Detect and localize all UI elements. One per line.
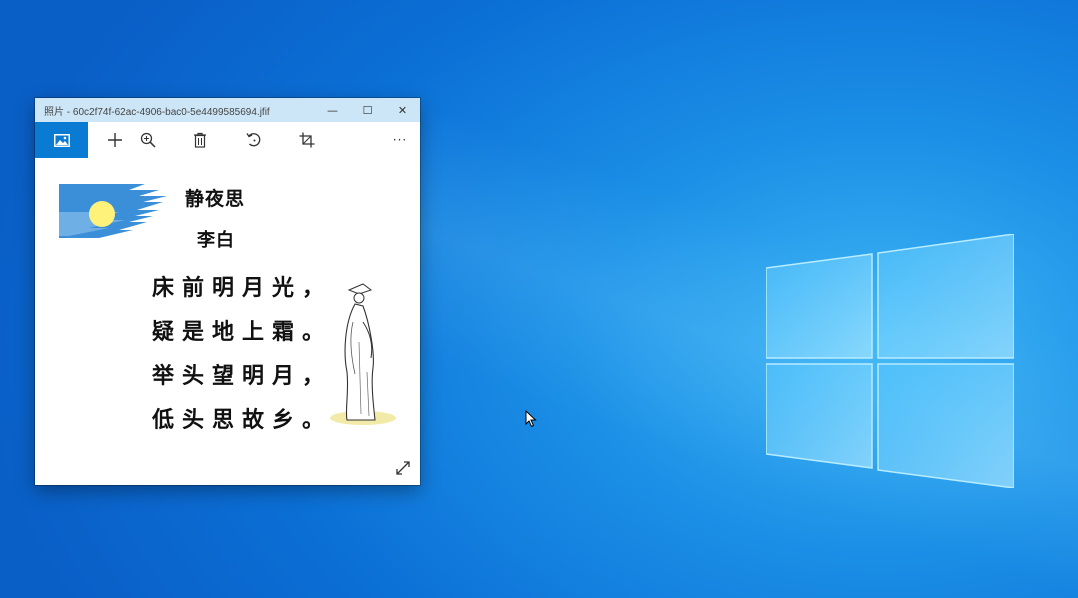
picture-icon — [53, 133, 70, 147]
add-icon — [108, 133, 122, 147]
poem-line: 举头望明月， — [152, 363, 333, 389]
poem-author: 李白 — [197, 230, 235, 251]
zoom-icon — [140, 132, 156, 148]
poem-line: 疑是地上霜。 — [152, 319, 333, 345]
poem-line: 床前明月光， — [152, 275, 333, 301]
see-all-photos-button[interactable] — [35, 122, 88, 158]
title-bar[interactable]: 照片 - 60c2f74f-62ac-4906-bac0-5e449958569… — [35, 98, 420, 122]
poet-illustration — [330, 283, 396, 425]
minimize-button[interactable]: — — [315, 98, 350, 122]
toolbar: ··· — [35, 122, 420, 158]
crop-button[interactable] — [292, 122, 322, 158]
zoom-button[interactable] — [133, 122, 163, 158]
photo-viewer[interactable]: 静夜思 李白 床前明月光， 疑是地上霜。 举头望明月， 低头思故乡。 — [35, 158, 420, 485]
expand-icon[interactable] — [396, 461, 410, 475]
window-title: 照片 - 60c2f74f-62ac-4906-bac0-5e449958569… — [44, 106, 270, 118]
more-options-button[interactable]: ··· — [388, 122, 412, 158]
close-button[interactable]: ✕ — [385, 98, 420, 122]
maximize-button[interactable]: ☐ — [350, 98, 385, 122]
add-button[interactable] — [100, 122, 130, 158]
window-controls: — ☐ ✕ — [315, 98, 420, 122]
poem-line: 低头思故乡。 — [152, 407, 333, 433]
windows-logo — [766, 234, 1014, 488]
moon-illustration — [59, 184, 167, 238]
poem-title: 静夜思 — [185, 188, 246, 210]
mouse-cursor-icon — [525, 410, 537, 428]
photos-app-window: 照片 - 60c2f74f-62ac-4906-bac0-5e449958569… — [35, 98, 420, 485]
delete-button[interactable] — [185, 122, 215, 158]
delete-icon — [194, 132, 206, 148]
rotate-icon — [246, 133, 261, 147]
rotate-button[interactable] — [239, 122, 269, 158]
crop-icon — [299, 132, 315, 148]
